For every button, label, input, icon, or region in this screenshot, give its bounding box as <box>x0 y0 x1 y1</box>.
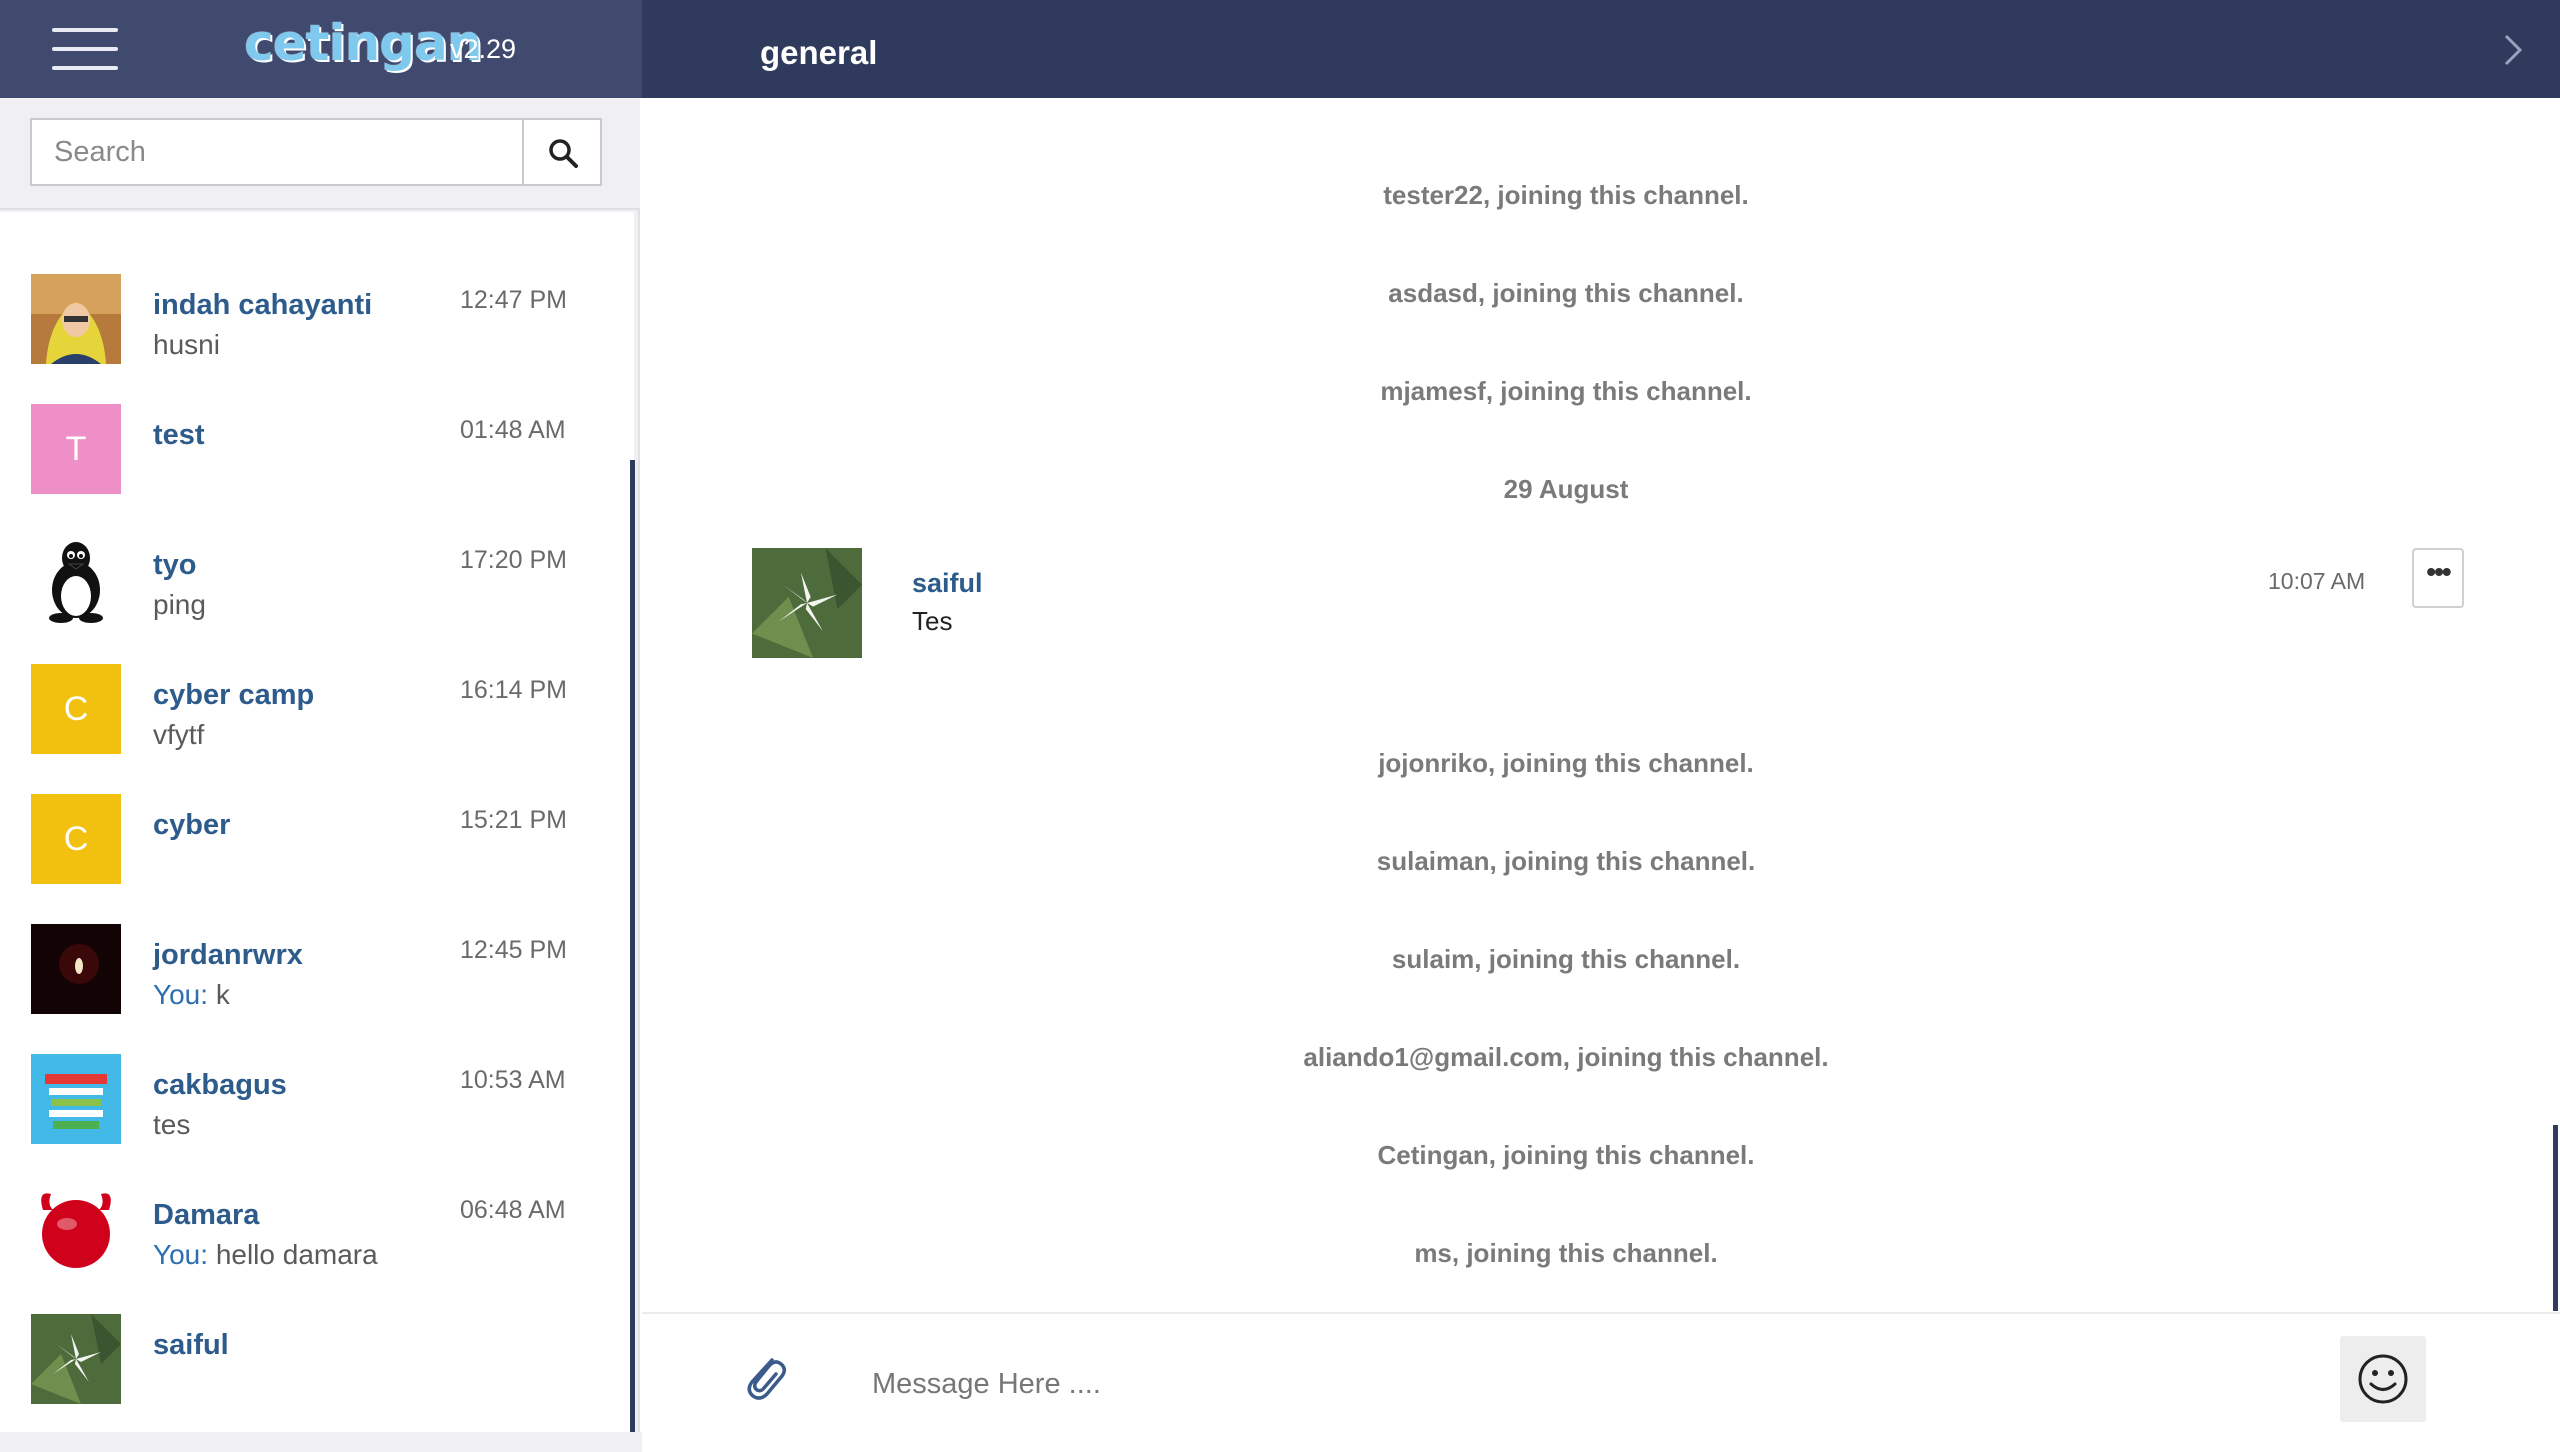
message-avatar[interactable] <box>752 548 862 658</box>
system-message: asdasd, joining this channel. <box>1388 278 1744 308</box>
conversation-time: 06:48 AM <box>460 1196 566 1224</box>
smiley-icon <box>2358 1354 2408 1404</box>
conversation-time: 12:47 PM <box>460 286 568 314</box>
list-item[interactable]: tyo ping 17:20 PM <box>0 534 630 664</box>
conversation-time: 16:14 PM <box>460 676 568 704</box>
message-input[interactable] <box>872 1344 2272 1424</box>
list-item[interactable]: C cyber 15:21 PM <box>0 794 630 924</box>
date-divider: 29 August <box>1503 474 1629 504</box>
more-options-button[interactable]: ••• <box>2412 548 2464 608</box>
system-message: sulaiman, joining this channel. <box>1376 846 1756 876</box>
conversation-name: cyber <box>153 809 231 841</box>
list-item[interactable]: C cyber camp vfytf 16:14 PM <box>0 664 630 794</box>
message-list: tester22, joining this channel. asdasd, … <box>642 98 2560 1312</box>
system-message: ms, joining this channel. <box>1414 1238 1718 1268</box>
list-item[interactable]: Damara You: hello damara 06:48 AM <box>0 1184 630 1314</box>
list-item[interactable]: jordanrwrx You: k 12:45 PM <box>0 924 630 1054</box>
list-item[interactable]: cakbagus tes 10:53 AM <box>0 1054 630 1184</box>
conversation-name: cakbagus <box>153 1069 287 1101</box>
system-message: tester22, joining this channel. <box>1383 180 1749 210</box>
message-time: 10:07 AM <box>2268 568 2366 594</box>
conversation-name: saiful <box>153 1329 229 1361</box>
conversation-name: test <box>153 419 205 451</box>
menu-icon[interactable] <box>52 28 118 70</box>
conversation-time: 01:48 AM <box>460 416 566 444</box>
conversation-time: 12:45 PM <box>460 936 568 964</box>
chevron-right-icon[interactable] <box>2502 32 2526 68</box>
sidebar: cetingan v2.29 Search indah cahayanti hu… <box>0 0 642 1452</box>
avatar <box>31 534 121 624</box>
conversation-name: cyber camp <box>153 679 315 711</box>
conversation-name: Damara <box>153 1199 260 1231</box>
search-button[interactable] <box>522 118 602 186</box>
system-message: jojonriko, joining this channel. <box>1378 748 1754 778</box>
search-bar <box>0 98 640 210</box>
conversation-time: 10:53 AM <box>460 1066 566 1094</box>
app: cetingan v2.29 Search indah cahayanti hu… <box>0 0 2560 1452</box>
sidebar-footer <box>0 1432 642 1452</box>
conversation-preview: You: k <box>153 979 230 1010</box>
paperclip-icon[interactable] <box>742 1352 788 1402</box>
avatar: C <box>31 664 121 754</box>
avatar <box>31 1184 121 1274</box>
avatar <box>31 1314 121 1404</box>
conversation-preview: ping <box>153 589 206 620</box>
emoji-button[interactable] <box>2340 1336 2426 1422</box>
avatar <box>31 274 121 364</box>
devil-icon <box>31 1184 121 1274</box>
conversation-preview: tes <box>153 1109 191 1140</box>
conversation-time: 17:20 PM <box>460 546 568 574</box>
conversation-name: indah cahayanti <box>153 289 373 321</box>
message-author[interactable]: saiful <box>912 568 983 599</box>
message-text: Tes <box>912 606 953 636</box>
conversation-list: indah cahayanti husni 12:47 PM T test 01… <box>0 212 634 1432</box>
tux-icon <box>31 534 121 624</box>
list-item[interactable]: indah cahayanti husni 12:47 PM <box>0 274 630 404</box>
avatar <box>31 924 121 1014</box>
brand-bar: cetingan v2.29 <box>0 0 642 98</box>
avatar: C <box>31 794 121 884</box>
conversation-preview: husni <box>153 329 220 360</box>
chat-scrollbar[interactable] <box>2553 1125 2558 1311</box>
conversation-preview: vfytf <box>153 719 205 750</box>
conversation-name: tyo <box>153 549 197 581</box>
avatar <box>31 1054 121 1144</box>
list-item[interactable]: saiful <box>0 1314 630 1444</box>
channel-title: general <box>760 34 878 71</box>
system-message: sulaim, joining this channel. <box>1391 944 1741 974</box>
message-composer <box>642 1312 2560 1452</box>
system-message: Cetingan, joining this channel. <box>1377 1140 1755 1170</box>
channel-header: general <box>642 0 2560 98</box>
app-logo: cetingan <box>244 14 482 72</box>
conversation-preview: You: hello damara <box>153 1239 378 1270</box>
search-icon <box>549 139 578 168</box>
app-version: v2.29 <box>450 34 517 64</box>
system-message: mjamesf, joining this channel. <box>1380 376 1752 406</box>
conversation-name: jordanrwrx <box>153 939 303 971</box>
search-input[interactable] <box>30 118 524 186</box>
conversation-time: 15:21 PM <box>460 806 568 834</box>
sidebar-scrollbar[interactable] <box>630 460 635 1452</box>
system-message: aliando1@gmail.com, joining this channel… <box>1303 1042 1829 1072</box>
list-item[interactable]: T test 01:48 AM <box>0 404 630 534</box>
avatar: T <box>31 404 121 494</box>
